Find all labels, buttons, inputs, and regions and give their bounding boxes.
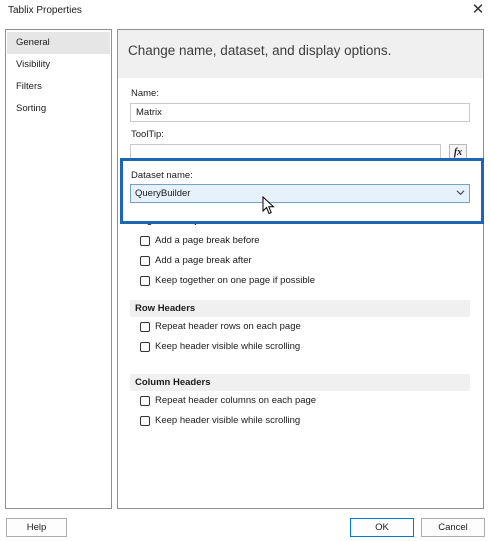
repeat-header-rows-checkbox[interactable] — [140, 322, 150, 332]
page-break-after-checkbox[interactable] — [140, 256, 150, 266]
tooltip-label: ToolTip: — [131, 129, 164, 140]
main-panel — [117, 29, 484, 509]
repeat-header-columns-checkbox[interactable] — [140, 396, 150, 406]
window-title: Tablix Properties — [8, 5, 82, 16]
name-field[interactable] — [130, 103, 470, 122]
page-break-after-label: Add a page break after — [155, 255, 252, 266]
row-keep-header-visible-label: Keep header visible while scrolling — [155, 341, 301, 352]
keep-together-checkbox[interactable] — [140, 276, 150, 286]
cancel-button[interactable]: Cancel — [421, 518, 485, 537]
repeat-header-columns-label: Repeat header columns on each page — [155, 395, 317, 406]
mouse-pointer-icon — [262, 196, 275, 215]
row-keep-header-visible-checkbox[interactable] — [140, 342, 150, 352]
keep-together-label: Keep together on one page if possible — [155, 275, 316, 286]
column-headers-header: Column Headers — [130, 374, 470, 391]
sidebar-item-visibility[interactable]: Visibility — [7, 54, 110, 76]
row-headers-header: Row Headers — [130, 300, 470, 317]
page-title: Change name, dataset, and display option… — [128, 43, 392, 58]
sidebar: General Visibility Filters Sorting — [5, 29, 112, 509]
ok-button[interactable]: OK — [350, 518, 414, 537]
sidebar-item-general[interactable]: General — [7, 32, 110, 54]
sidebar-item-sorting[interactable]: Sorting — [7, 98, 110, 120]
page-break-before-checkbox[interactable] — [140, 236, 150, 246]
column-keep-header-visible-label: Keep header visible while scrolling — [155, 415, 301, 426]
name-label: Name: — [131, 88, 159, 99]
help-button[interactable]: Help — [6, 518, 67, 537]
column-keep-header-visible-checkbox[interactable] — [140, 416, 150, 426]
dataset-highlight — [120, 158, 484, 224]
close-icon[interactable]: ✕ — [468, 1, 488, 19]
sidebar-item-filters[interactable]: Filters — [7, 76, 110, 98]
page-break-before-label: Add a page break before — [155, 235, 260, 246]
repeat-header-rows-label: Repeat header rows on each page — [155, 321, 301, 332]
